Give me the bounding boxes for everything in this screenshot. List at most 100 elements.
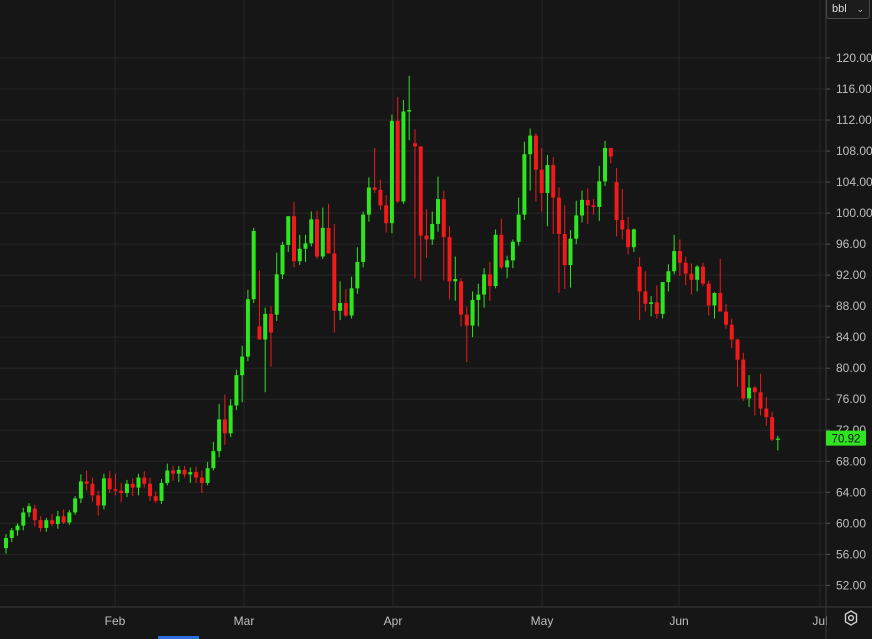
candle-body: [113, 489, 118, 491]
candle-body: [338, 303, 343, 311]
candle: [562, 205, 567, 290]
unit-dropdown-value: bbl: [832, 3, 847, 15]
candle-body: [194, 472, 199, 478]
candle-body: [257, 326, 262, 340]
candle-body: [464, 314, 469, 326]
candle: [124, 479, 129, 497]
candle-body: [44, 520, 49, 528]
unit-dropdown[interactable]: bbl ⌄: [826, 0, 870, 19]
candle: [274, 252, 279, 321]
candle: [84, 470, 89, 491]
candle: [689, 263, 694, 295]
candle: [142, 471, 147, 488]
y-tick-label: 100.00: [836, 206, 872, 220]
candle: [153, 491, 158, 504]
candle: [695, 265, 700, 292]
candle: [107, 471, 112, 494]
candle: [67, 510, 72, 525]
candle-body: [424, 235, 429, 240]
candle-body: [315, 219, 320, 257]
candle: [672, 234, 677, 275]
candle: [729, 318, 734, 349]
y-tick-label: 116.00: [836, 82, 872, 96]
candle-body: [487, 274, 492, 286]
candle: [654, 285, 659, 319]
y-tick-label: 92.00: [836, 268, 866, 282]
candle: [747, 375, 752, 407]
candle-body: [436, 199, 440, 224]
candle-body: [96, 495, 101, 506]
candle-body: [384, 205, 389, 224]
candle: [424, 209, 429, 259]
y-tick-label: 68.00: [836, 454, 866, 468]
candle-body: [608, 147, 613, 157]
candle-body: [378, 189, 383, 206]
candle-body: [568, 238, 573, 266]
candle-body: [522, 154, 527, 215]
candle: [764, 396, 769, 426]
candle-body: [326, 227, 331, 254]
candle-body: [412, 143, 417, 147]
candle: [119, 482, 124, 503]
candle: [441, 190, 446, 281]
y-tick-label: 120.00: [836, 51, 872, 65]
grid: [0, 0, 826, 607]
candle-body: [447, 237, 452, 282]
candle: [499, 218, 504, 269]
candle-body: [556, 197, 561, 235]
y-tick-label: 88.00: [836, 299, 866, 313]
candle: [159, 479, 164, 504]
candle: [551, 157, 556, 235]
settings-button[interactable]: [842, 610, 860, 628]
x-tick-label: Jul: [812, 614, 827, 628]
candle-body: [574, 215, 579, 239]
candle-body: [55, 516, 60, 525]
candle-body: [626, 229, 631, 248]
candle: [758, 373, 763, 416]
candle-body: [700, 266, 705, 284]
candle-body: [470, 299, 475, 326]
candle-body: [752, 387, 757, 393]
candle-body: [176, 469, 181, 474]
candle: [556, 187, 561, 293]
candle-body: [389, 120, 394, 224]
candle-body: [453, 279, 458, 282]
candle-body: [482, 274, 487, 295]
candle: [50, 513, 55, 527]
candle-body: [50, 520, 55, 525]
candle: [430, 211, 435, 245]
candle-body: [775, 438, 780, 440]
candle-body: [649, 302, 654, 304]
candle: [516, 197, 521, 246]
candle: [211, 441, 216, 471]
candle-body: [280, 244, 285, 275]
candle-body: [4, 538, 8, 549]
candle: [205, 462, 210, 486]
candle-body: [84, 481, 89, 484]
candle-body: [643, 291, 648, 304]
candle: [361, 211, 366, 268]
candle: [770, 411, 775, 442]
candle-body: [528, 135, 533, 155]
candle: [436, 176, 440, 232]
candle-body: [67, 512, 72, 523]
candle-body: [182, 469, 187, 475]
candle-body: [505, 260, 510, 268]
candle-body: [188, 472, 193, 475]
candle-body: [677, 251, 682, 263]
candle-body: [349, 288, 354, 316]
candle-body: [119, 490, 124, 494]
candle: [643, 271, 648, 312]
candle-body: [240, 356, 245, 376]
candle: [315, 210, 320, 259]
candle: [73, 496, 78, 515]
candle-body: [620, 220, 625, 230]
candle: [482, 268, 487, 308]
candle-body: [724, 311, 728, 325]
x-tick-label: May: [531, 614, 554, 628]
candle: [712, 292, 717, 319]
candle-body: [666, 271, 671, 283]
y-tick-label: 56.00: [836, 547, 866, 561]
candle-body: [228, 405, 233, 434]
candle: [476, 283, 481, 327]
